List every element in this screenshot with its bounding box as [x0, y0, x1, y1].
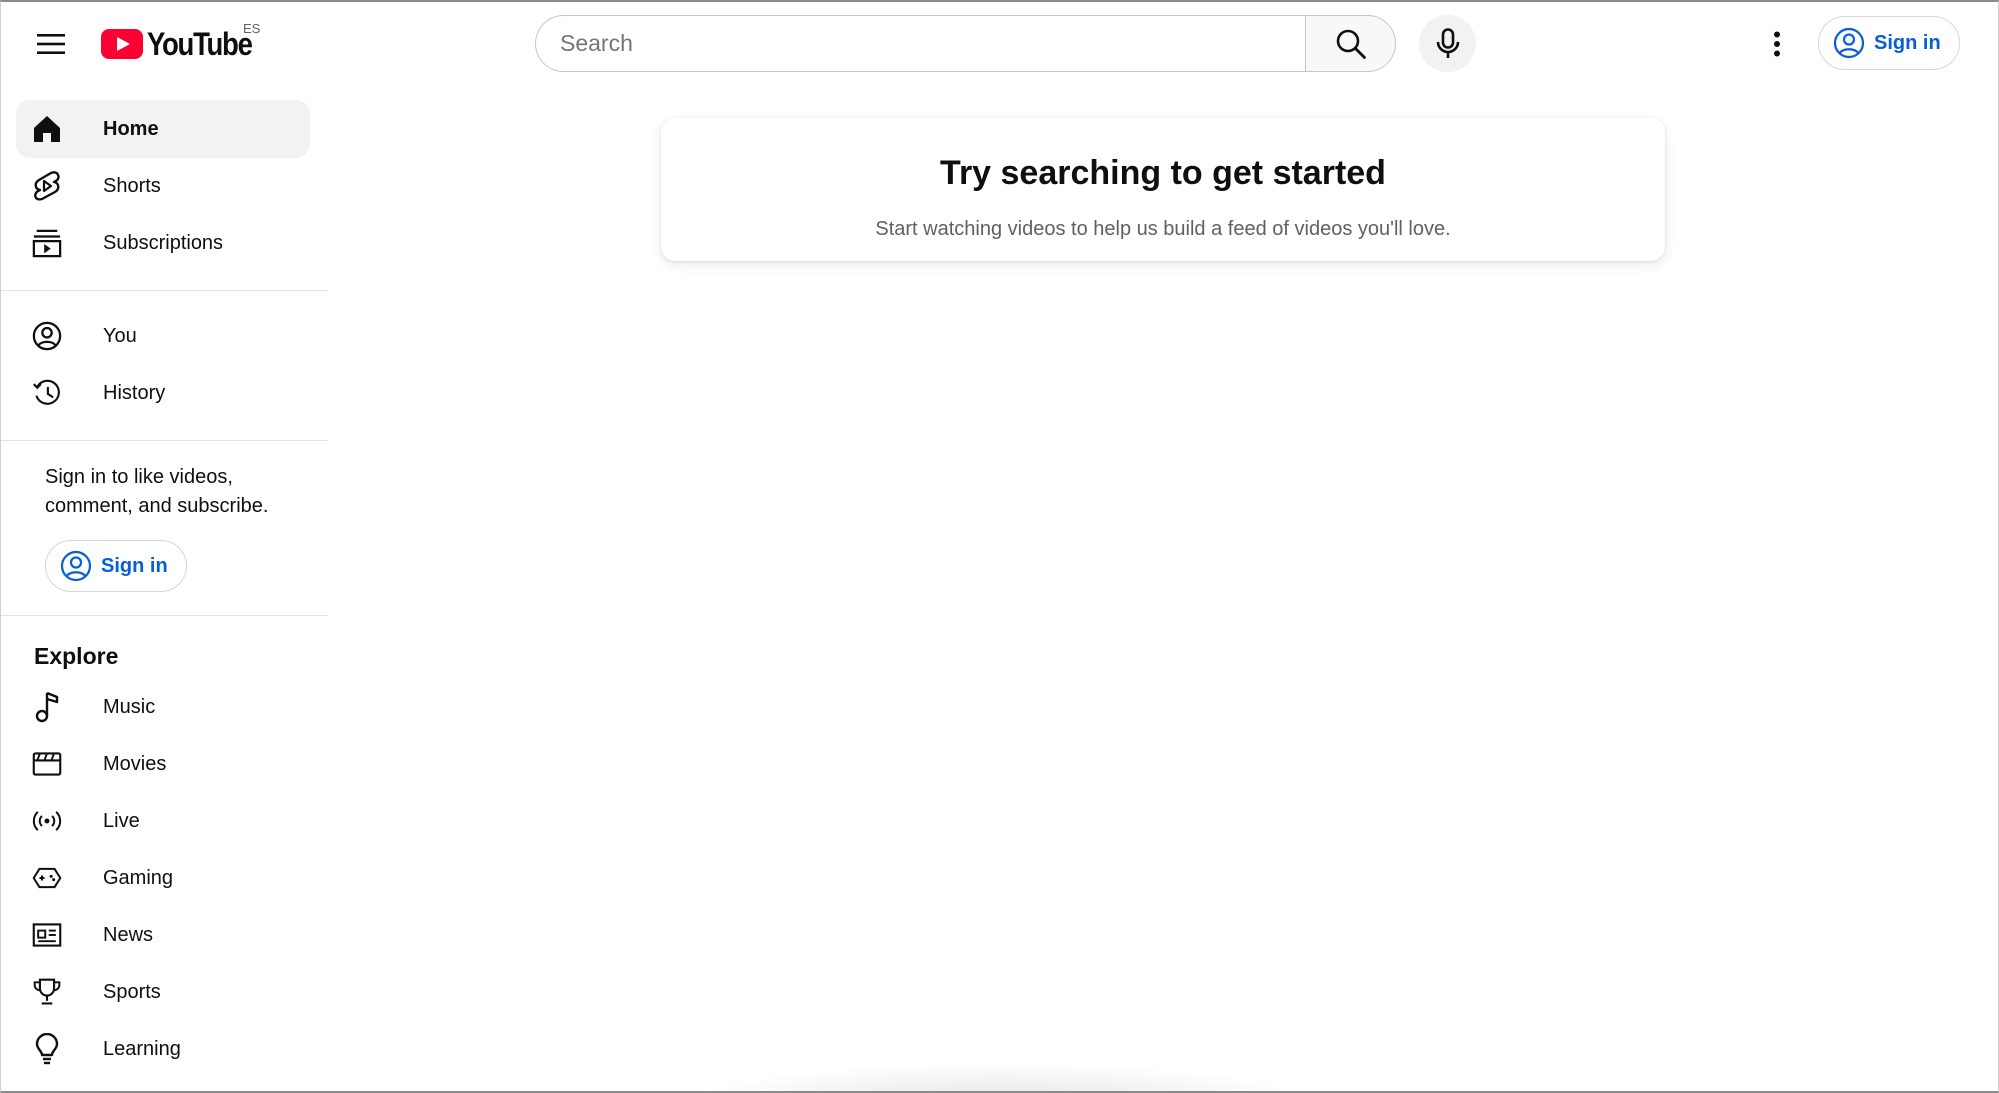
sidebar-item-music[interactable]: Music [16, 678, 310, 736]
sidebar-item-label: Movies [103, 752, 167, 775]
shorts-icon [32, 171, 62, 201]
sidebar-divider [1, 290, 328, 291]
home-icon [32, 114, 62, 144]
search-box [535, 15, 1307, 72]
sidebar-item-label: Music [103, 695, 156, 718]
sidebar-item-label: Home [103, 117, 159, 140]
sidebar-item-label: Live [103, 809, 140, 832]
settings-menu-button[interactable] [1753, 20, 1801, 68]
sidebar-divider [1, 615, 328, 616]
sidebar-item-subscriptions[interactable]: Subscriptions [16, 214, 310, 272]
logo-wordmark: YouTube [147, 25, 253, 62]
history-icon [32, 378, 62, 408]
sidebar-item-label: News [103, 923, 154, 946]
masthead: YouTube ES Search Sign in [1, 2, 1998, 86]
menu-icon [37, 34, 65, 54]
sign-in-prompt-text: Sign in to like videos, comment, and sub… [45, 466, 269, 517]
gamepad-icon [32, 863, 62, 893]
sidebar-item-label: Learning [103, 1037, 181, 1060]
search-icon [1336, 29, 1366, 59]
search-button[interactable] [1305, 15, 1396, 72]
app-window: YouTube ES Search Sign in Home Shorts Su… [0, 0, 1999, 1093]
newspaper-icon [32, 920, 62, 950]
sidebar-item-label: Subscriptions [103, 231, 224, 254]
sign-in-label: Sign in [101, 554, 168, 577]
empty-feed-subtitle: Start watching videos to help us build a… [875, 218, 1451, 240]
youtube-logo-icon [101, 29, 143, 59]
account-circle-icon [60, 550, 92, 582]
sidebar: Home Shorts Subscriptions You History Si… [1, 86, 328, 1091]
sidebar-item-label: Sports [103, 980, 161, 1003]
trophy-icon [32, 977, 62, 1007]
search-input[interactable] [536, 16, 1307, 71]
voice-search-button[interactable] [1419, 15, 1476, 72]
sidebar-item-shorts[interactable]: Shorts [16, 157, 310, 215]
account-circle-icon [32, 321, 62, 351]
sidebar-item-live[interactable]: Live [16, 792, 310, 850]
music-note-icon [32, 691, 62, 723]
live-broadcast-icon [32, 806, 62, 836]
sidebar-item-label: Shorts [103, 174, 161, 197]
sidebar-item-home[interactable]: Home [16, 100, 310, 158]
sidebar-item-you[interactable]: You [16, 307, 310, 365]
sidebar-item-gaming[interactable]: Gaming [16, 849, 310, 907]
explore-heading: Explore [34, 643, 119, 669]
menu-button[interactable] [27, 20, 75, 68]
sidebar-item-label: You [103, 324, 137, 347]
sidebar-item-learning[interactable]: Learning [16, 1020, 310, 1078]
sign-in-button[interactable]: Sign in [1818, 16, 1960, 70]
country-code: ES [243, 21, 261, 36]
sidebar-item-history[interactable]: History [16, 364, 310, 422]
sign-in-label: Sign in [1874, 31, 1941, 54]
microphone-icon [1436, 27, 1459, 58]
lightbulb-icon [32, 1033, 62, 1065]
sidebar-item-label: History [103, 381, 166, 404]
sidebar-item-movies[interactable]: Movies [16, 735, 310, 793]
sidebar-item-label: Gaming [103, 866, 174, 889]
clapperboard-icon [32, 749, 62, 779]
sidebar-item-news[interactable]: News [16, 906, 310, 964]
sidebar-divider [1, 440, 328, 441]
subscriptions-icon [32, 228, 62, 258]
sidebar-item-sports[interactable]: Sports [16, 963, 310, 1021]
empty-feed-title: Try searching to get started [940, 154, 1386, 192]
empty-feed-card: Try searching to get started Start watch… [661, 118, 1665, 261]
account-circle-icon [1833, 27, 1865, 59]
bottom-shadow [681, 1062, 1321, 1091]
more-vert-icon [1774, 31, 1780, 57]
sidebar-sign-in-button[interactable]: Sign in [45, 540, 187, 592]
